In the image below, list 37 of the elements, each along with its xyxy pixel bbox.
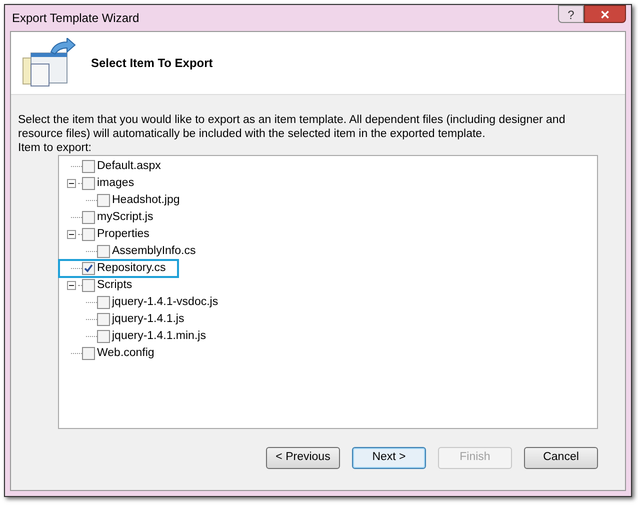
page-title: Select Item To Export [91,55,213,72]
tree-item[interactable]: images [97,174,134,192]
collapse-icon[interactable] [67,179,76,188]
close-button[interactable]: ✕ [584,5,626,23]
wizard-window-icon [21,38,77,88]
tree-item[interactable]: Scripts [97,276,132,294]
wizard-button[interactable]: < Previous [266,447,340,469]
wizard-button[interactable]: Cancel [524,447,598,469]
description-text: Select the item that you would like to export as an item template. All dependent files (including designer and resource files) will automatically be included with the selected item in the exported template. [18,113,566,141]
tree-item[interactable]: Properties [97,226,150,244]
tree-item[interactable]: AssemblyInfo.cs [112,242,196,260]
checkbox[interactable] [82,228,95,241]
tree-label: Item to export: [18,141,93,155]
tree-item[interactable]: Web.config [97,344,154,362]
checkbox[interactable] [97,330,110,343]
checkbox[interactable] [97,245,110,258]
checkbox[interactable] [97,313,110,326]
collapse-icon[interactable] [67,230,76,239]
help-button[interactable]: ? [558,5,584,23]
tree-item[interactable]: jquery-1.4.1.min.js [112,328,206,346]
tree-item[interactable]: jquery-1.4.1-vsdoc.js [112,294,218,312]
checkbox[interactable] [82,262,95,275]
tree-item[interactable]: Repository.cs [97,260,166,278]
window-title: Export Template Wizard [11,10,140,27]
tree-item[interactable]: jquery-1.4.1.js [112,310,184,328]
tree-item[interactable]: myScript.js [97,208,154,226]
checkbox[interactable] [82,211,95,224]
checkbox[interactable] [82,160,95,173]
tree-item[interactable]: Headshot.jpg [112,192,180,210]
checkbox[interactable] [82,279,95,292]
checkbox[interactable] [97,194,110,207]
checkbox[interactable] [82,347,95,360]
tree-item[interactable]: Default.aspx [97,158,161,176]
checkbox[interactable] [82,177,95,190]
wizard-button[interactable]: Next > [352,447,426,469]
collapse-icon[interactable] [67,281,76,290]
checkbox[interactable] [97,296,110,309]
